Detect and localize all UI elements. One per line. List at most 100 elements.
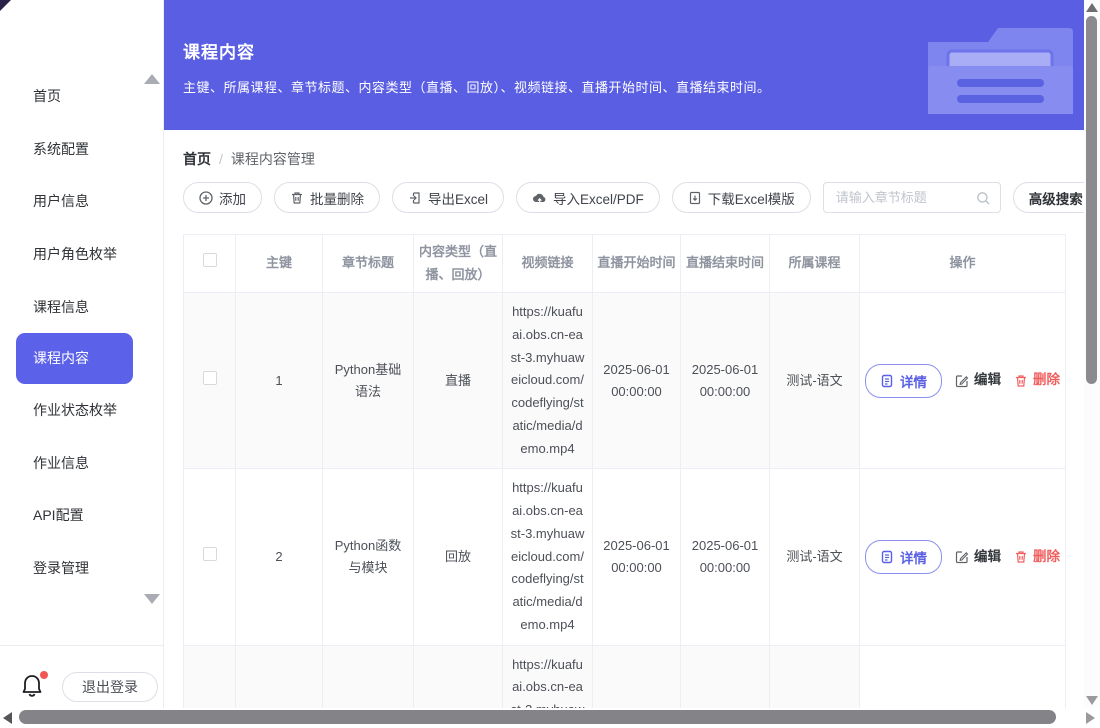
sidebar-item-3[interactable]: 用户角色枚举 xyxy=(0,228,164,281)
chapter-title-search-box xyxy=(823,182,1001,213)
trash-red-icon xyxy=(1014,374,1028,388)
col-header-video-link: 视频链接 xyxy=(503,235,593,293)
toolbar: 添加 批量删除 导出Excel 导入Excel/PDF xyxy=(183,182,1084,213)
cell-video-link: https://kuafuai.obs.cn-east-3.myhuaweicl… xyxy=(503,293,593,469)
sidebar-item-6[interactable]: 作业状态枚举 xyxy=(0,384,164,437)
cell-content-type: 回放 xyxy=(414,469,503,645)
cell-chapter-title: Python基础语法 xyxy=(323,293,414,469)
horizontal-scrollbar-thumb[interactable] xyxy=(19,710,1056,724)
edit-button-label: 编辑 xyxy=(974,369,1001,391)
page-title: 课程内容 xyxy=(183,38,255,63)
row-checkbox-cell xyxy=(184,293,236,469)
cell-video-link: https://kuafuai.obs.cn-east-3.myhuaweicl… xyxy=(503,469,593,645)
file-download-icon xyxy=(688,191,702,205)
sidebar: 首页系统配置用户信息用户角色枚举课程信息课程内容作业状态枚举作业信息API配置登… xyxy=(0,0,164,728)
cell-id: 2 xyxy=(236,469,323,645)
document-icon xyxy=(880,374,894,388)
row-checkbox-cell xyxy=(184,469,236,645)
sidebar-item-4[interactable]: 课程信息 xyxy=(0,280,164,333)
advanced-search-button[interactable]: 高级搜索 xyxy=(1013,182,1084,213)
breadcrumb-separator: / xyxy=(219,151,223,167)
document-icon xyxy=(880,550,894,564)
sidebar-item-2[interactable]: 用户信息 xyxy=(0,175,164,228)
sidebar-item-1[interactable]: 系统配置 xyxy=(0,123,164,176)
import-excel-pdf-button[interactable]: 导入Excel/PDF xyxy=(516,182,660,213)
col-header-start-time: 直播开始时间 xyxy=(593,235,681,293)
search-input[interactable] xyxy=(824,183,1000,212)
delete-button-label: 删除 xyxy=(1033,546,1060,568)
sidebar-scroll-down-icon[interactable] xyxy=(144,594,160,604)
horizontal-scrollbar[interactable] xyxy=(0,708,1100,728)
delete-button[interactable]: 删除 xyxy=(1014,369,1060,391)
plus-circle-icon xyxy=(199,191,213,205)
header-checkbox-cell xyxy=(184,235,236,293)
advanced-search-label: 高级搜索 xyxy=(1029,188,1083,208)
sidebar-item-0[interactable]: 首页 xyxy=(0,70,164,123)
delete-button[interactable]: 删除 xyxy=(1014,546,1060,568)
cell-end-time: 2025-06-01 00:00:00 xyxy=(681,293,770,469)
sidebar-item-9[interactable]: 登录管理 xyxy=(0,542,164,595)
scroll-down-arrow-icon[interactable] xyxy=(1086,696,1098,705)
scroll-up-arrow-icon[interactable] xyxy=(1086,3,1098,12)
breadcrumb-current: 课程内容管理 xyxy=(231,149,315,169)
cell-actions: 详情 编辑 删除 xyxy=(860,293,1066,469)
table-row: 1 Python基础语法 直播 https://kuafuai.obs.cn-e… xyxy=(184,293,1066,469)
cell-start-time: 2025-06-01 00:00:00 xyxy=(593,469,681,645)
detail-button[interactable]: 详情 xyxy=(865,540,942,574)
detail-button[interactable]: 详情 xyxy=(865,364,942,398)
page-subtitle: 主键、所属课程、章节标题、内容类型（直播、回放）、视频链接、直播开始时间、直播结… xyxy=(183,77,771,96)
notification-badge-dot xyxy=(40,671,48,679)
import-excel-label: 导入Excel/PDF xyxy=(553,188,644,208)
delete-button-label: 删除 xyxy=(1033,369,1060,391)
add-button-label: 添加 xyxy=(219,188,246,208)
export-excel-button[interactable]: 导出Excel xyxy=(392,182,504,213)
sidebar-item-5[interactable]: 课程内容 xyxy=(16,333,133,384)
cloud-upload-icon xyxy=(532,191,547,205)
course-content-table: 主键 章节标题 内容类型（直播、回放） 视频链接 直播开始时间 直播结束时间 所… xyxy=(183,234,1065,728)
breadcrumb-home-link[interactable]: 首页 xyxy=(183,149,211,169)
pencil-square-icon xyxy=(955,550,969,564)
export-excel-label: 导出Excel xyxy=(428,188,488,208)
row-checkbox[interactable] xyxy=(203,371,217,385)
cell-content-type: 直播 xyxy=(414,293,503,469)
search-icon[interactable] xyxy=(976,191,991,206)
corner-logo-mark xyxy=(0,0,11,11)
select-all-checkbox[interactable] xyxy=(203,253,217,267)
cell-end-time: 2025-06-01 00:00:00 xyxy=(681,469,770,645)
cell-course: 测试-语文 xyxy=(770,293,860,469)
vertical-scrollbar-thumb[interactable] xyxy=(1086,16,1097,384)
download-template-button[interactable]: 下载Excel模版 xyxy=(672,182,811,213)
export-icon xyxy=(408,191,422,205)
detail-button-label: 详情 xyxy=(900,547,927,567)
scroll-right-arrow-icon[interactable] xyxy=(1086,712,1095,724)
batch-delete-button[interactable]: 批量删除 xyxy=(274,182,380,213)
col-header-content-type: 内容类型（直播、回放） xyxy=(414,235,503,293)
download-template-label: 下载Excel模版 xyxy=(708,188,795,208)
sidebar-item-8[interactable]: API配置 xyxy=(0,489,164,542)
sidebar-item-7[interactable]: 作业信息 xyxy=(0,437,164,490)
cell-actions: 详情 编辑 删除 xyxy=(860,469,1066,645)
row-checkbox[interactable] xyxy=(203,547,217,561)
edit-button[interactable]: 编辑 xyxy=(955,369,1001,391)
col-header-chapter-title: 章节标题 xyxy=(323,235,414,293)
col-header-actions: 操作 xyxy=(860,235,1066,293)
cell-start-time: 2025-06-01 00:00:00 xyxy=(593,293,681,469)
cell-chapter-title: Python函数与模块 xyxy=(323,469,414,645)
pencil-square-icon xyxy=(955,374,969,388)
detail-button-label: 详情 xyxy=(900,371,927,391)
sidebar-nav: 首页系统配置用户信息用户角色枚举课程信息课程内容作业状态枚举作业信息API配置登… xyxy=(0,70,164,594)
cell-course: 测试-语文 xyxy=(770,469,860,645)
page-header-banner: 课程内容 主键、所属课程、章节标题、内容类型（直播、回放）、视频链接、直播开始时… xyxy=(164,0,1084,130)
notification-bell-button[interactable] xyxy=(20,673,46,701)
logout-button[interactable]: 退出登录 xyxy=(62,672,158,702)
col-header-end-time: 直播结束时间 xyxy=(681,235,770,293)
edit-button[interactable]: 编辑 xyxy=(955,546,1001,568)
table-header-row: 主键 章节标题 内容类型（直播、回放） 视频链接 直播开始时间 直播结束时间 所… xyxy=(184,235,1066,293)
folder-illustration-icon xyxy=(928,24,1073,114)
vertical-scrollbar[interactable] xyxy=(1084,0,1100,708)
col-header-course: 所属课程 xyxy=(770,235,860,293)
scroll-left-arrow-icon[interactable] xyxy=(3,712,12,724)
table-row: 2 Python函数与模块 回放 https://kuafuai.obs.cn-… xyxy=(184,469,1066,645)
add-button[interactable]: 添加 xyxy=(183,182,262,213)
breadcrumb: 首页 / 课程内容管理 xyxy=(183,149,315,169)
